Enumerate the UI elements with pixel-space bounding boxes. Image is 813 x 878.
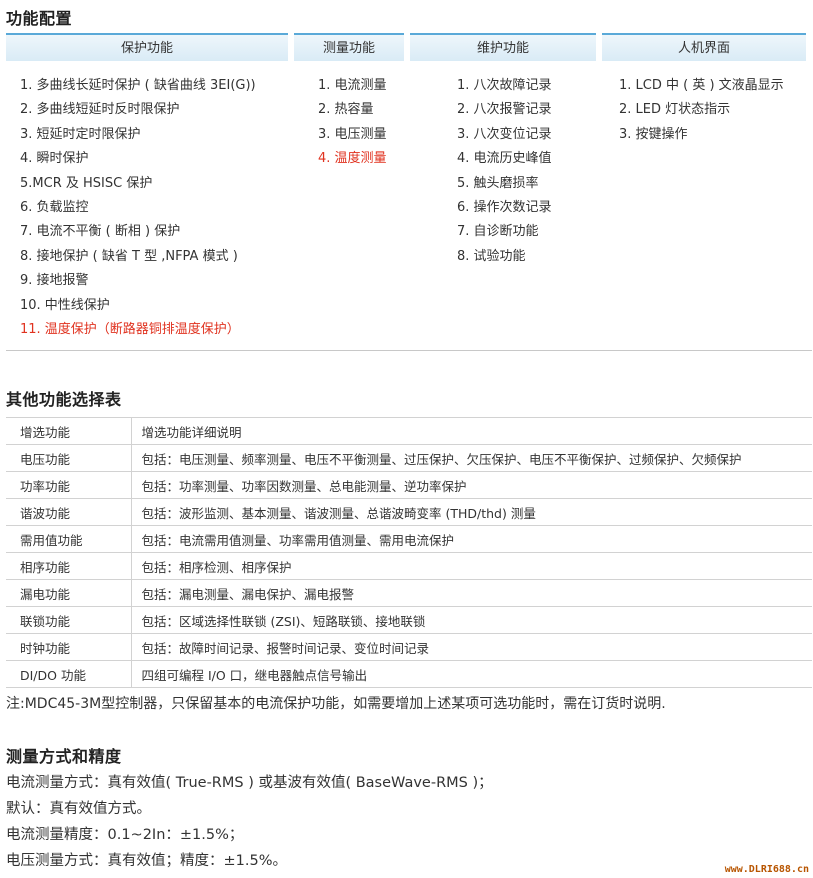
list-item: 2. 热容量 — [318, 102, 374, 118]
table-row: 功率功能 包括：功率测量、功率因数测量、总电能测量、逆功率保护 — [6, 471, 812, 499]
list-item: 4. 电流历史峰值 — [457, 151, 552, 167]
order-note: 注:MDC45-3M型控制器，只保留基本的电流保护功能，如需要增加上述某项可选功… — [6, 696, 666, 712]
measure-line: 电流测量方式：真有效值( True-RMS ) 或基波有效值( BaseWave… — [6, 775, 493, 791]
hmi-list: 1. LCD 中 ( 英 ) 文液晶显示 2. LED 灯状态指示 3. 按键操… — [605, 74, 784, 147]
list-item: 2. 八次报警记录 — [457, 102, 552, 118]
table-cell-name: 联锁功能 — [6, 606, 132, 634]
table-cell-name: 功率功能 — [6, 471, 132, 499]
table-cell-desc: 包括：故障时间记录、报警时间记录、变位时间记录 — [131, 633, 812, 661]
optional-functions-table: 增选功能 增选功能详细说明 电压功能 包括：电压测量、频率测量、电压不平衡测量、… — [6, 417, 812, 688]
table-cell-desc: 包括：相序检测、相序保护 — [131, 552, 812, 580]
measure-line: 电压测量方式：真有效值；精度：±1.5%。 — [6, 853, 287, 869]
list-item: 6. 负载监控 — [20, 199, 89, 215]
list-item: 9. 接地报警 — [20, 273, 89, 289]
table-cell-name: 电压功能 — [6, 444, 132, 472]
list-item: 2. LED 灯状态指示 — [619, 102, 731, 118]
list-item: 1. 八次故障记录 — [457, 78, 552, 93]
functions-title: 功能配置 — [6, 9, 73, 28]
table-row: 增选功能 增选功能详细说明 — [6, 417, 812, 445]
table-cell-desc: 包括：电流需用值测量、功率需用值测量、需用电流保护 — [131, 525, 812, 553]
measure-line: 默认：真有效值方式。 — [6, 801, 151, 817]
header-measurement: 测量功能 — [294, 33, 404, 61]
list-item: 6. 操作次数记录 — [457, 199, 552, 215]
table-row: 时钟功能 包括：故障时间记录、报警时间记录、变位时间记录 — [6, 633, 812, 661]
header-hmi: 人机界面 — [602, 33, 806, 61]
table-row: DI/DO 功能 四组可编程 I/O 口，继电器触点信号输出 — [6, 660, 812, 688]
table-cell-name: 需用值功能 — [6, 525, 132, 553]
table-cell-desc: 包括：波形监测、基本测量、谐波测量、总谐波畸变率 (THD/thd) 测量 — [131, 498, 812, 526]
table-row: 电压功能 包括：电压测量、频率测量、电压不平衡测量、过压保护、欠压保护、电压不平… — [6, 444, 812, 472]
table-cell-name: 漏电功能 — [6, 579, 132, 607]
list-item: 7. 电流不平衡 ( 断相 ) 保护 — [20, 224, 181, 240]
list-item: 2. 多曲线短延时反时限保护 — [20, 102, 180, 118]
table-row: 漏电功能 包括：漏电测量、漏电保护、漏电报警 — [6, 579, 812, 607]
protection-list: 1. 多曲线长延时保护 ( 缺省曲线 3EI(G)) 2. 多曲线短延时反时限保… — [6, 74, 256, 342]
table-cell-name: 相序功能 — [6, 552, 132, 580]
table-cell-desc: 包括：漏电测量、漏电保护、漏电报警 — [131, 579, 812, 607]
measurement-list: 1. 电流测量 2. 热容量 3. 电压测量 4. 温度测量 — [304, 74, 387, 172]
table-cell-desc: 包括：区域选择性联锁 (ZSI)、短路联锁、接地联锁 — [131, 606, 812, 634]
table-cell-name: 时钟功能 — [6, 633, 132, 661]
table-cell-name: 谐波功能 — [6, 498, 132, 526]
divider — [6, 350, 812, 351]
list-item: 1. 电流测量 — [318, 78, 387, 93]
list-item-highlighted: 4. 温度测量 — [318, 151, 387, 167]
watermark: www.DLRI688.cn — [724, 864, 809, 875]
list-item: 3. 按键操作 — [619, 126, 688, 142]
header-maintenance: 维护功能 — [410, 33, 596, 61]
maintenance-list: 1. 八次故障记录 2. 八次报警记录 3. 八次变位记录 4. 电流历史峰值 … — [443, 74, 552, 269]
table-row: 联锁功能 包括：区域选择性联锁 (ZSI)、短路联锁、接地联锁 — [6, 606, 812, 634]
list-item: 1. 多曲线长延时保护 ( 缺省曲线 3EI(G)) — [20, 78, 256, 93]
table-row: 相序功能 包括：相序检测、相序保护 — [6, 552, 812, 580]
list-item: 7. 自诊断功能 — [457, 224, 539, 240]
list-item: 3. 八次变位记录 — [457, 126, 552, 142]
list-item: 3. 短延时定时限保护 — [20, 126, 141, 142]
measurement-title: 测量方式和精度 — [6, 747, 122, 766]
table-cell-desc: 包括：电压测量、频率测量、电压不平衡测量、过压保护、欠压保护、电压不平衡保护、过… — [131, 444, 812, 472]
table-cell-desc: 增选功能详细说明 — [131, 417, 812, 445]
list-item: 10. 中性线保护 — [20, 297, 110, 313]
table-row: 需用值功能 包括：电流需用值测量、功率需用值测量、需用电流保护 — [6, 525, 812, 553]
list-item-highlighted: 11. 温度保护（断路器铜排温度保护） — [20, 321, 240, 337]
list-item: 1. LCD 中 ( 英 ) 文液晶显示 — [619, 78, 784, 93]
table-cell-name: DI/DO 功能 — [6, 660, 132, 688]
table-cell-desc: 四组可编程 I/O 口，继电器触点信号输出 — [131, 660, 812, 688]
list-item: 8. 试验功能 — [457, 248, 526, 264]
table-cell-desc: 包括：功率测量、功率因数测量、总电能测量、逆功率保护 — [131, 471, 812, 499]
measure-line: 电流测量精度：0.1~2In：±1.5%； — [6, 827, 244, 843]
table-cell-name: 增选功能 — [6, 417, 132, 445]
list-item: 8. 接地保护 ( 缺省 T 型 ,NFPA 模式 ) — [20, 248, 238, 264]
header-protection: 保护功能 — [6, 33, 288, 61]
optional-functions-title: 其他功能选择表 — [6, 390, 122, 409]
list-item: 3. 电压测量 — [318, 126, 387, 142]
list-item: 4. 瞬时保护 — [20, 151, 89, 167]
list-item: 5.MCR 及 HSISC 保护 — [20, 175, 153, 191]
table-row: 谐波功能 包括：波形监测、基本测量、谐波测量、总谐波畸变率 (THD/thd) … — [6, 498, 812, 526]
list-item: 5. 触头磨损率 — [457, 175, 539, 191]
feature-table-body: 1. 多曲线长延时保护 ( 缺省曲线 3EI(G)) 2. 多曲线短延时反时限保… — [6, 74, 812, 344]
feature-table-header: 保护功能 测量功能 维护功能 人机界面 — [6, 33, 812, 61]
